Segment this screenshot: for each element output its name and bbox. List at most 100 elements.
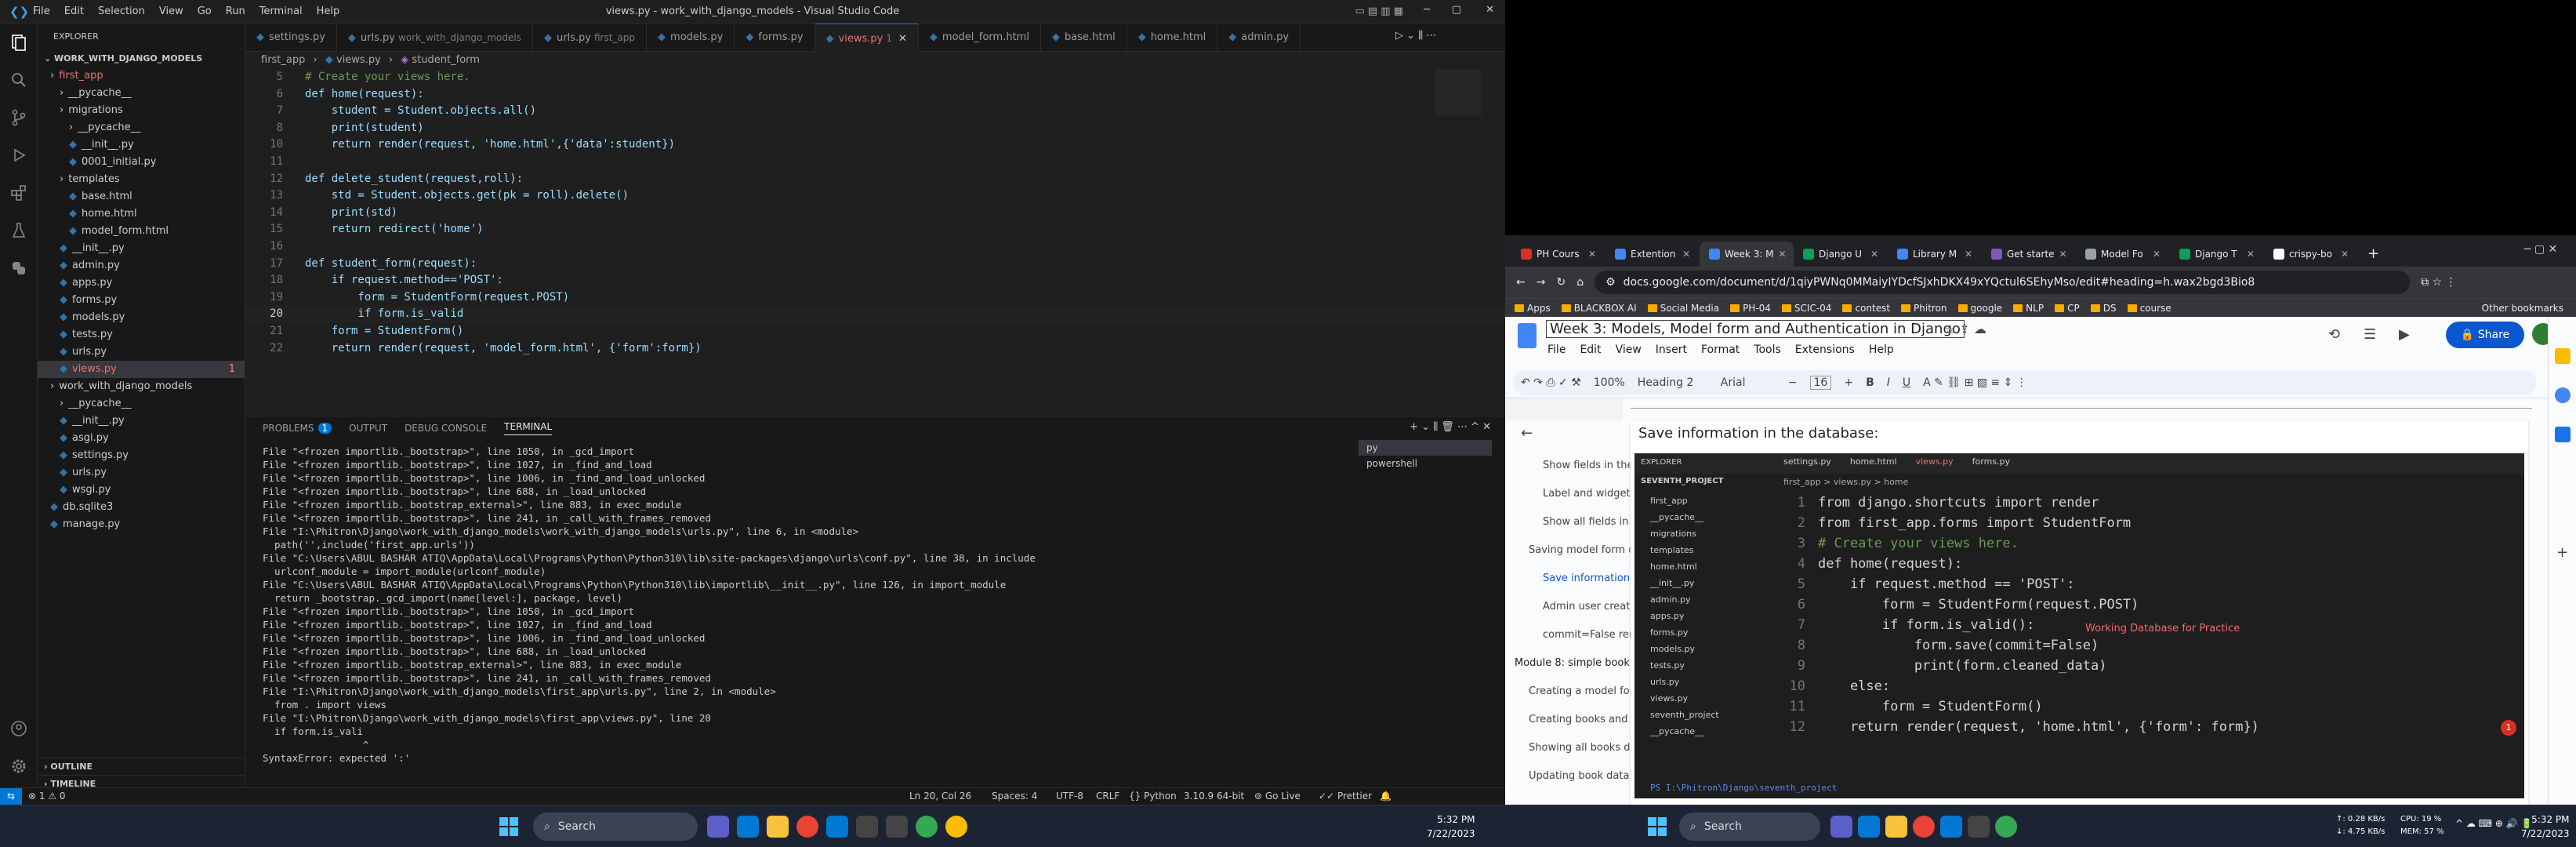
text-color-icon[interactable]: A ✎ ⛓ ⊞ ▧ ≡ ⇕ ⋮ — [1923, 376, 2027, 389]
other-bookmarks[interactable]: Other bookmarks — [2482, 303, 2563, 314]
extensions-puzzle-icon[interactable]: ⧉ ☆ ⋮ — [2421, 276, 2456, 289]
chrome-profile-icon[interactable] — [916, 816, 938, 838]
contacts-icon[interactable] — [2555, 427, 2571, 442]
font-size-input[interactable]: 16 — [1809, 375, 1832, 390]
outline-item[interactable]: Saving model form data to D... — [1505, 536, 1650, 565]
add-addon-icon[interactable]: + — [2556, 544, 2568, 561]
tree-folder[interactable]: › first_app — [38, 67, 245, 85]
minimap[interactable] — [1435, 69, 1482, 116]
source-control-icon[interactable] — [0, 99, 38, 136]
docs-menu-extensions[interactable]: Extensions — [1795, 344, 1855, 356]
outline-item[interactable]: Creating a model for our proj... — [1505, 678, 1650, 706]
remote-icon[interactable]: ⇆ — [0, 788, 22, 805]
tree-file[interactable]: ◆ wsgi.py — [38, 482, 245, 499]
docs-menu-file[interactable]: File — [1547, 344, 1566, 356]
vscode-right-icon[interactable] — [1940, 816, 1962, 838]
font-size-plus[interactable]: + — [1844, 376, 1853, 389]
tree-folder[interactable]: › templates — [38, 171, 245, 188]
panel-tab-problems[interactable]: PROBLEMS 1 — [263, 423, 332, 434]
run-debug-icon[interactable] — [0, 136, 38, 174]
tree-file[interactable]: ◆ base.html — [38, 188, 245, 205]
tree-folder[interactable]: › __pycache__ — [38, 85, 245, 102]
menu-item-terminal[interactable]: Terminal — [259, 5, 303, 17]
encoding[interactable]: UTF-8 — [1056, 791, 1083, 802]
app-right-icon[interactable] — [1968, 816, 1990, 838]
tree-file[interactable]: ◆ asgi.py — [38, 430, 245, 447]
file-explorer-right-icon[interactable] — [1885, 816, 1907, 838]
tab-urls-py[interactable]: ◆ urls.py work_with_django_models — [337, 24, 533, 52]
chrome-tab-close-icon[interactable]: ✕ — [1588, 242, 1596, 267]
minimize-icon[interactable]: ─ — [1424, 4, 1430, 16]
notifications-icon[interactable]: 🔔 — [1380, 791, 1391, 802]
tab-models-py[interactable]: ◆ models.py — [647, 24, 735, 52]
outline-item[interactable]: Creating books and saving t... — [1505, 706, 1650, 734]
chrome-profile-2-icon[interactable] — [945, 816, 967, 838]
tree-file[interactable]: ◆ db.sqlite3 — [38, 499, 245, 516]
terminal-output[interactable]: File "<frozen importlib._bootstrap>", li… — [263, 445, 1337, 765]
chrome-profile-right-icon[interactable] — [1995, 816, 2017, 838]
start-icon[interactable] — [498, 816, 520, 841]
breadcrumb-symbol[interactable]: student_form — [412, 54, 480, 66]
go-live[interactable]: ⊚ Go Live — [1254, 791, 1301, 802]
tree-file[interactable]: ◆ settings.py — [38, 447, 245, 464]
app-icon[interactable] — [856, 816, 878, 838]
taskbar-search-right[interactable]: ⌕ Search — [1679, 812, 1820, 841]
tree-folder[interactable]: › __pycache__ — [38, 119, 245, 136]
chrome-tab[interactable]: Get starte ✕ — [1982, 242, 2076, 267]
bookmark[interactable]: BLACKBOX AI — [1561, 303, 1637, 314]
edge-icon[interactable] — [737, 816, 759, 838]
docs-menu-tools[interactable]: Tools — [1754, 344, 1781, 356]
run-file-icon[interactable]: ▷ ⌄ ⫼ ⋯ — [1395, 30, 1436, 42]
tree-folder[interactable]: › work_with_django_models — [38, 378, 245, 395]
keep-icon[interactable] — [2555, 348, 2571, 364]
problems-status[interactable]: ⊗ 1 ⚠ 0 — [28, 791, 66, 802]
edge-right-icon[interactable] — [1858, 816, 1880, 838]
tree-file[interactable]: ◆ manage.py — [38, 516, 245, 533]
terminal-instance[interactable]: py — [1359, 440, 1492, 456]
style-select[interactable]: Heading 2 — [1638, 376, 1708, 389]
start-icon-right[interactable] — [1646, 816, 1668, 841]
eol[interactable]: CRLF — [1096, 791, 1119, 802]
outline-item[interactable]: Showing all books data in fro... — [1505, 734, 1650, 762]
underline-icon[interactable]: U — [1903, 376, 1910, 389]
menu-item-go[interactable]: Go — [198, 5, 212, 17]
docs-menu-format[interactable]: Format — [1701, 344, 1740, 356]
zoom-select[interactable]: 100% — [1594, 376, 1625, 389]
menu-item-view[interactable]: View — [159, 5, 183, 17]
python-interpreter[interactable]: 3.10.9 64-bit — [1184, 791, 1244, 802]
history-icon[interactable]: ⟲ — [2328, 326, 2340, 343]
outline-item[interactable]: Admin user creates and s... — [1505, 593, 1650, 621]
outline-item[interactable]: Save information in the da... — [1505, 565, 1650, 593]
bold-icon[interactable]: B — [1866, 376, 1874, 389]
chrome-tab[interactable]: Model Fo ✕ — [2076, 242, 2170, 267]
tab-admin-py[interactable]: ◆ admin.py — [1217, 24, 1301, 52]
code-editor[interactable]: 5 # Create your views here. 6 def home(req… — [245, 69, 1505, 408]
explorer-icon[interactable] — [0, 24, 38, 61]
chrome-tab-close-icon[interactable]: ✕ — [1965, 242, 1972, 267]
panel-tab-output[interactable]: OUTPUT — [349, 423, 387, 434]
home-icon[interactable]: ⌂ — [1576, 276, 1584, 289]
menu-item-edit[interactable]: Edit — [64, 5, 84, 17]
taskbar-search[interactable]: ⌕ Search — [533, 812, 698, 841]
tree-file[interactable]: ◆ tests.py — [38, 326, 245, 344]
menu-item-file[interactable]: File — [33, 5, 50, 17]
chrome-right-icon[interactable] — [1913, 816, 1935, 838]
cursor-position[interactable]: Ln 20, Col 26 — [909, 791, 971, 802]
chrome-tab[interactable]: Week 3: M ✕ — [1700, 242, 1794, 267]
meet-icon[interactable]: ▶ — [2399, 326, 2410, 343]
teams-right-icon[interactable] — [1830, 816, 1852, 838]
tree-file[interactable]: ◆ __init__.py — [38, 240, 245, 257]
chrome-window-controls-icon[interactable]: ─ ▢ ✕ — [2524, 243, 2557, 256]
tab-model_form-html[interactable]: ◆ model_form.html — [919, 24, 1041, 52]
italic-icon[interactable]: I — [1887, 376, 1890, 389]
bookmark[interactable]: NLP — [2013, 303, 2044, 314]
breadcrumb-file[interactable]: views.py — [336, 54, 381, 66]
docs-menu-edit[interactable]: Edit — [1580, 344, 1601, 356]
vscode-taskbar-icon[interactable] — [826, 816, 848, 838]
tree-file[interactable]: ◆ urls.py — [38, 344, 245, 361]
clock-right[interactable]: 5:32 PM 7/22/2023 — [2521, 812, 2570, 841]
comments-icon[interactable]: ☰ — [2364, 326, 2376, 343]
tree-file[interactable]: ◆ urls.py — [38, 464, 245, 482]
bookmark[interactable]: Phitron — [1901, 303, 1947, 314]
tree-file[interactable]: ◆ apps.py — [38, 274, 245, 292]
